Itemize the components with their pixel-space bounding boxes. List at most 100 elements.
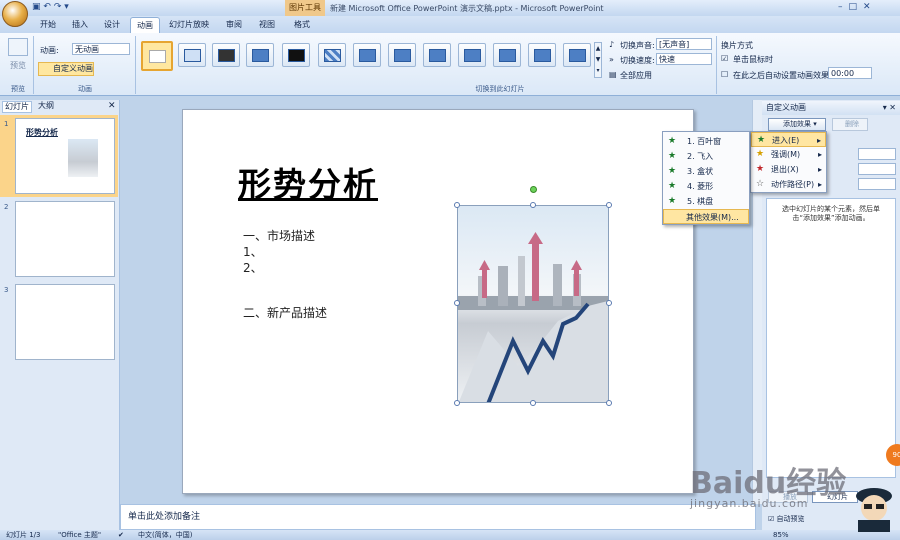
menu-item-label: 3. 盒状 — [687, 167, 714, 176]
menu-item-exit[interactable]: ★ 退出(X) ▸ — [751, 162, 826, 177]
transition-option[interactable] — [178, 43, 206, 67]
transition-option[interactable] — [493, 43, 521, 67]
transition-option[interactable] — [318, 43, 346, 67]
resize-handle[interactable] — [454, 400, 460, 406]
exit-star-icon: ★ — [756, 164, 765, 174]
tab-format[interactable]: 格式 — [288, 17, 316, 33]
rotate-handle[interactable] — [530, 186, 537, 193]
slide-body-line[interactable]: 1、 — [243, 243, 263, 260]
close-icon[interactable]: ▾ ✕ — [883, 101, 896, 115]
delete-button[interactable]: 删除 — [832, 118, 868, 131]
transition-option[interactable] — [423, 43, 451, 67]
on-click-checkbox[interactable]: ☑ — [721, 54, 728, 63]
language[interactable]: 中文(简体，中国) — [138, 530, 192, 540]
animation-select[interactable]: 无动画 — [72, 43, 130, 55]
chevron-down-icon[interactable]: ▾ — [64, 2, 69, 12]
tab-insert[interactable]: 插入 — [66, 17, 94, 33]
save-icon[interactable]: ▣ — [32, 2, 41, 12]
pane-title: 自定义动画 ▾ ✕ — [762, 101, 900, 115]
effect-star-icon: ★ — [668, 151, 677, 161]
custom-animation-button[interactable]: 自定义动画 — [38, 62, 94, 76]
close-icon[interactable]: ✕ — [863, 2, 877, 12]
auto-after-checkbox[interactable]: ☐ — [721, 70, 728, 79]
preview-icon[interactable] — [8, 38, 28, 56]
apply-all-button[interactable]: 全部应用 — [620, 70, 652, 81]
minimize-icon[interactable]: – — [838, 2, 849, 12]
effect-checkerboard[interactable]: ★ 5. 棋盘 — [663, 194, 749, 209]
tab-home[interactable]: 开始 — [34, 17, 62, 33]
effect-box[interactable]: ★ 3. 盒状 — [663, 164, 749, 179]
preview-button[interactable]: 预览 — [10, 60, 26, 71]
office-button[interactable] — [2, 1, 28, 27]
slide-thumbnail-3[interactable] — [15, 284, 115, 360]
effect-more[interactable]: 其他效果(M)... — [663, 209, 749, 224]
undo-icon[interactable]: ↶ — [43, 2, 51, 12]
slide-thumbnail-1[interactable]: 形势分析 — [15, 118, 115, 194]
tab-design[interactable]: 设计 — [98, 17, 126, 33]
effect-fly-in[interactable]: ★ 2. 飞入 — [663, 149, 749, 164]
effect-property-select[interactable] — [858, 163, 896, 175]
effect-speed-select[interactable] — [858, 178, 896, 190]
spellcheck-icon[interactable]: ✔ — [118, 530, 124, 540]
transition-speed-select[interactable]: 快速 — [656, 53, 712, 65]
menu-item-motion-path[interactable]: ☆ 动作路径(P) ▸ — [751, 177, 826, 192]
notes-area[interactable]: 单击此处添加备注 — [120, 504, 756, 530]
tab-slideshow[interactable]: 幻灯片放映 — [165, 17, 213, 33]
group-animation-label: 动画 — [78, 85, 92, 93]
auto-after-time[interactable]: 00:00 — [828, 67, 872, 79]
close-icon[interactable]: ✕ — [108, 101, 116, 111]
auto-preview-checkbox[interactable]: ☑ 自动预览 — [768, 514, 805, 524]
menu-item-label: 1. 百叶窗 — [687, 137, 722, 146]
transition-option[interactable] — [528, 43, 556, 67]
transition-sound-select[interactable]: [无声音] — [656, 38, 712, 50]
effect-star-icon: ★ — [668, 181, 677, 191]
menu-item-entrance[interactable]: ★ 进入(E) ▸ — [751, 132, 826, 147]
resize-handle[interactable] — [530, 400, 536, 406]
slide-thumbnail-2[interactable] — [15, 201, 115, 277]
zoom-level[interactable]: 85% — [773, 530, 789, 540]
resize-handle[interactable] — [454, 300, 460, 306]
resize-handle[interactable] — [454, 202, 460, 208]
emphasis-star-icon: ★ — [756, 149, 765, 159]
transition-option[interactable] — [458, 43, 486, 67]
divider — [135, 36, 136, 94]
effect-diamond[interactable]: ★ 4. 菱形 — [663, 179, 749, 194]
transition-option[interactable] — [282, 43, 310, 67]
transition-none[interactable] — [141, 41, 173, 71]
tab-review[interactable]: 审阅 — [220, 17, 248, 33]
redo-icon[interactable]: ↷ — [54, 2, 62, 12]
slide-body-line[interactable]: 二、新产品描述 — [243, 304, 327, 321]
transition-option[interactable] — [388, 43, 416, 67]
slide-title[interactable]: 形势分析 — [238, 158, 378, 206]
window-controls[interactable]: –□✕ — [838, 2, 877, 12]
slide-body-line[interactable]: 2、 — [243, 259, 263, 276]
resize-handle[interactable] — [606, 202, 612, 208]
menu-item-label: 强调(M) — [771, 150, 801, 159]
maximize-icon[interactable]: □ — [849, 2, 864, 12]
effect-blinds[interactable]: ★ 1. 百叶窗 — [663, 134, 749, 149]
sound-icon: ♪ — [609, 40, 615, 49]
transition-option[interactable] — [563, 43, 591, 67]
mascot-icon — [856, 488, 892, 532]
slide-picture[interactable] — [457, 205, 609, 403]
slide-body-line[interactable]: 一、市场描述 — [243, 227, 315, 244]
resize-handle[interactable] — [606, 300, 612, 306]
transition-option[interactable] — [353, 43, 381, 67]
menu-item-emphasis[interactable]: ★ 强调(M) ▸ — [751, 147, 826, 162]
transition-option[interactable] — [246, 43, 274, 67]
quick-access-toolbar[interactable]: ▣ ↶ ↷ ▾ — [32, 2, 69, 12]
resize-handle[interactable] — [530, 202, 536, 208]
animation-label: 动画: — [40, 46, 59, 55]
transition-option[interactable] — [212, 43, 240, 67]
effect-start-select[interactable] — [858, 148, 896, 160]
tab-animation[interactable]: 动画 — [130, 17, 160, 33]
add-effect-button[interactable]: 添加效果 ▾ — [768, 118, 826, 131]
on-click-label: 单击鼠标时 — [733, 55, 773, 64]
resize-handle[interactable] — [606, 400, 612, 406]
tab-slides[interactable]: 幻灯片 — [2, 101, 32, 113]
baidu-watermark: Baidu经验 — [690, 466, 847, 501]
gallery-scroll[interactable]: ▲ ▼ ▾ — [594, 42, 602, 78]
growth-image — [458, 232, 608, 402]
tab-view[interactable]: 视图 — [253, 17, 281, 33]
tab-outline[interactable]: 大纲 — [34, 101, 58, 113]
